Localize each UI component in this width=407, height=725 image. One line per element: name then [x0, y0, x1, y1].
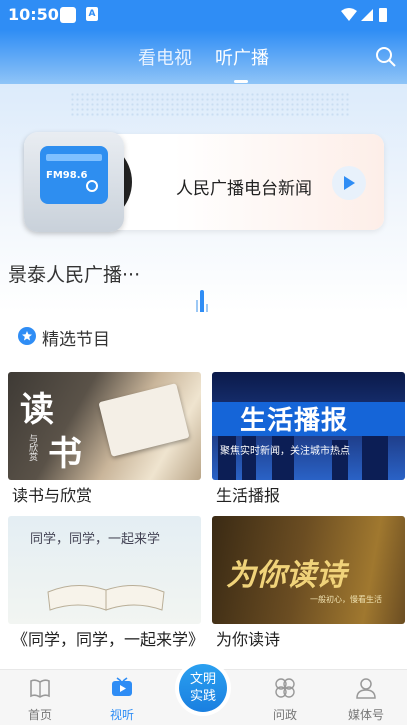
- knob-icon: [86, 180, 98, 192]
- active-tab-indicator: [234, 80, 248, 83]
- notification-icon: [60, 7, 76, 23]
- nav-item-home[interactable]: 首页: [10, 670, 70, 725]
- program-title: 《同学，同学，一起来学》: [12, 630, 205, 649]
- play-button[interactable]: [332, 166, 366, 200]
- featured-section-header: 精选节目: [0, 312, 407, 362]
- now-playing-title[interactable]: 景泰人民广播···: [8, 260, 140, 287]
- waveform-bar: [196, 300, 198, 312]
- program-title: 生活播报: [216, 486, 281, 505]
- program-card[interactable]: 读 书 与欣赏 读书与欣赏: [8, 372, 201, 512]
- program-title: 为你读诗: [216, 630, 281, 649]
- battery-icon: [379, 8, 387, 22]
- station-name: 人民广播电台新闻: [176, 179, 312, 199]
- waveform-bar: [200, 290, 204, 312]
- flower-icon: [273, 676, 297, 704]
- tab-radio[interactable]: 听广播: [215, 44, 269, 70]
- dot-pattern: [70, 92, 350, 116]
- program-card[interactable]: 生活播报 聚焦实时新闻，关注城市热点 生活播报: [212, 372, 405, 512]
- open-book-image: [47, 585, 165, 611]
- wifi-icon: [341, 8, 357, 21]
- signal-icon: [361, 9, 373, 21]
- play-icon: [344, 176, 355, 190]
- nav-item-politics[interactable]: 问政: [255, 670, 315, 725]
- app-notification-icon: A: [86, 7, 98, 21]
- waveform-bar: [206, 304, 208, 312]
- program-card[interactable]: 同学，同学，一起来学 《同学，同学，一起来学》: [8, 516, 205, 666]
- top-header: 看电视 听广播: [0, 30, 407, 84]
- status-time: 10:50: [8, 5, 59, 24]
- program-thumbnail: 生活播报 聚焦实时新闻，关注城市热点: [212, 372, 405, 480]
- civilization-practice-button[interactable]: 文明 实践: [175, 660, 231, 716]
- program-thumbnail: 读 书 与欣赏: [8, 372, 201, 480]
- radio-player-area: FM98.6 人民广播电台新闻 景泰人民广播···: [0, 84, 407, 312]
- program-title: 读书与欣赏: [12, 486, 93, 505]
- fm-radio-icon: FM98.6: [24, 132, 124, 232]
- tab-tv[interactable]: 看电视: [138, 44, 192, 70]
- status-bar: 10:50 A: [0, 0, 407, 30]
- tv-play-icon: [110, 676, 134, 704]
- system-icons: [339, 6, 399, 28]
- nav-item-media-account[interactable]: 媒体号: [336, 670, 396, 725]
- book-icon: [28, 676, 52, 704]
- search-icon[interactable]: [375, 46, 397, 72]
- program-thumbnail: 同学，同学，一起来学: [8, 516, 201, 624]
- person-icon: [354, 676, 378, 704]
- fm-label: FM98.6: [46, 170, 88, 181]
- program-card[interactable]: 为你读诗 一般初心，慢看生活 为你读诗: [212, 516, 405, 666]
- section-title: 精选节目: [42, 330, 110, 350]
- star-icon: [18, 327, 36, 345]
- book-image: [98, 383, 190, 457]
- program-thumbnail: 为你读诗 一般初心，慢看生活: [212, 516, 405, 624]
- nav-item-media[interactable]: 视听: [92, 670, 152, 725]
